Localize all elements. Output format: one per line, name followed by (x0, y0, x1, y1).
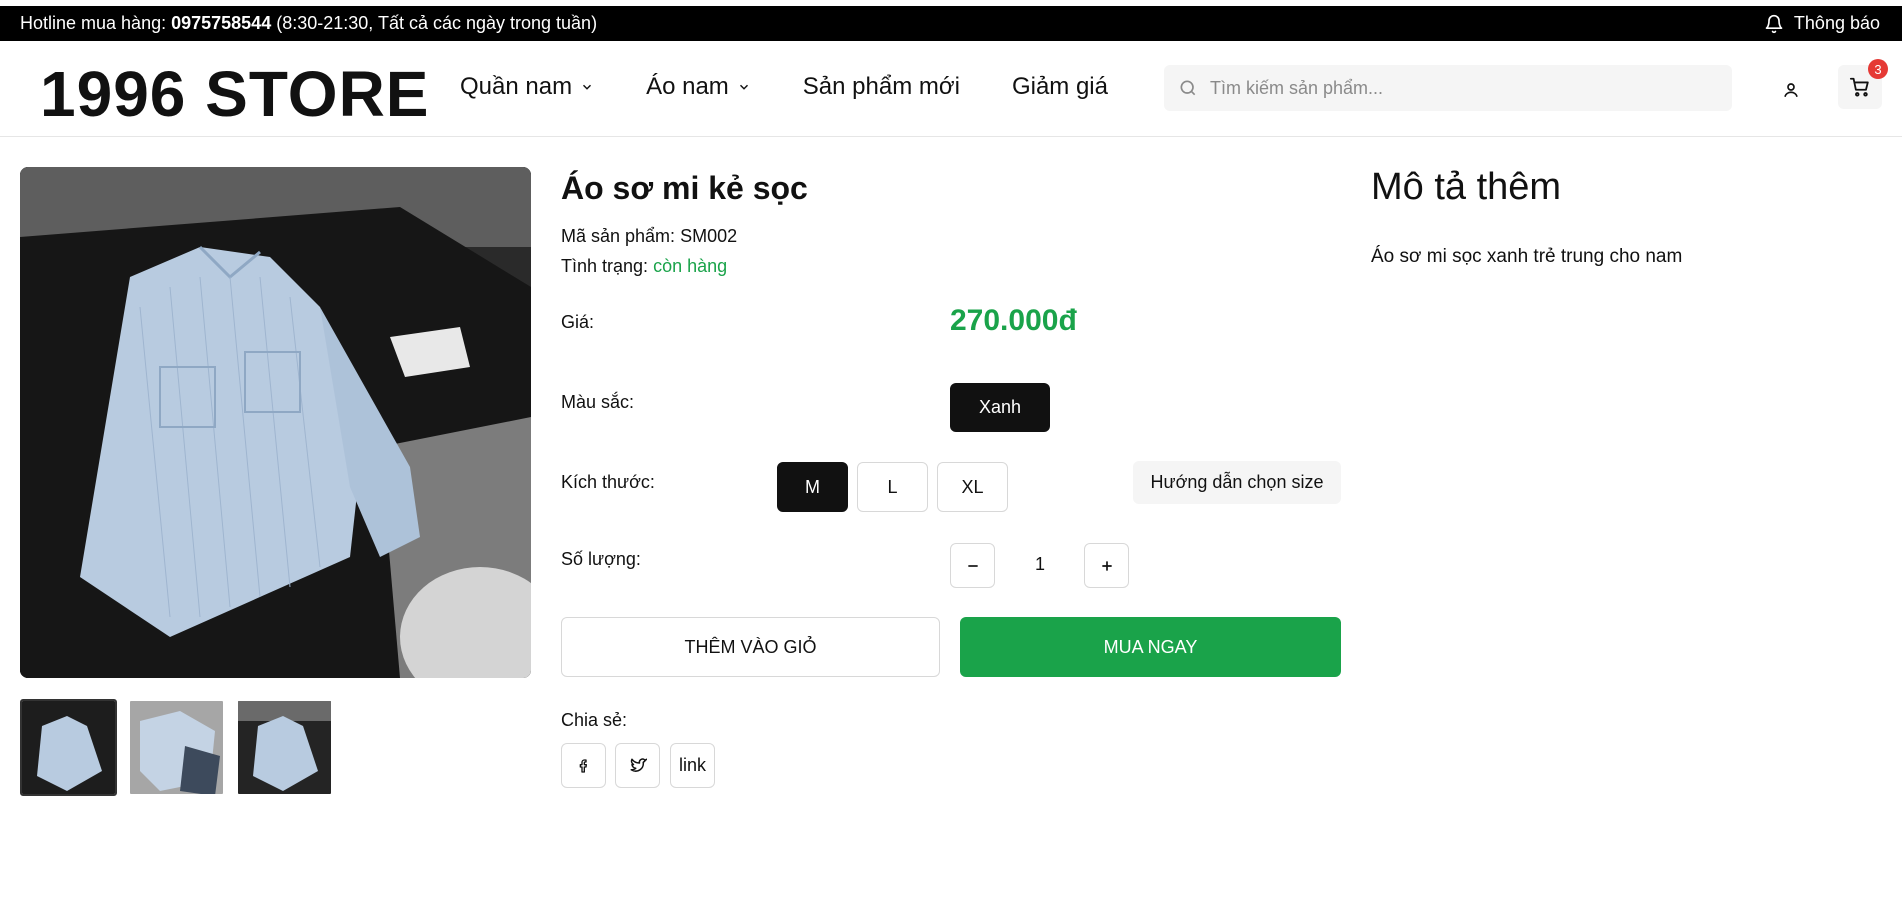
product-main-image[interactable] (20, 167, 531, 678)
size-label: Kích thước: (561, 472, 655, 492)
cart-button[interactable]: 3 (1838, 59, 1888, 109)
thumbnail-2[interactable] (128, 699, 225, 796)
notification-label: Thông báo (1793, 13, 1880, 33)
search-input[interactable] (1210, 77, 1690, 99)
status-label: Tình trạng: (561, 256, 654, 276)
plus-icon (1101, 560, 1112, 571)
site-header: 1996 STORE Quần nam Áo nam Sản phẩm mới … (0, 41, 1902, 137)
share-link-button[interactable]: link (670, 743, 715, 788)
price-label: Giá: (561, 312, 595, 332)
size-option-l[interactable]: L (857, 462, 928, 512)
main-nav: Quần nam Áo nam Sản phẩm mới Giảm giá (460, 73, 1160, 101)
bell-icon (1765, 14, 1783, 33)
nav-item-giam-gia[interactable]: Giảm giá (1012, 73, 1108, 101)
hotline-number[interactable]: 0975758544 (171, 13, 271, 33)
hotline-text: Hotline mua hàng: 0975758544 (8:30-21:30… (20, 13, 597, 34)
quantity-increase-button[interactable] (1084, 543, 1129, 588)
add-to-cart-button[interactable]: THÊM VÀO GIỎ (561, 617, 940, 677)
size-option-xl[interactable]: XL (937, 462, 1008, 512)
store-logo[interactable]: 1996 STORE (40, 57, 429, 131)
notification-link[interactable]: Thông báo (1764, 13, 1880, 34)
thumbnail-strip (20, 699, 333, 796)
sku-value: SM002 (680, 226, 738, 246)
buy-now-button[interactable]: MUA NGAY (960, 617, 1341, 677)
product-title: Áo sơ mi kẻ sọc (561, 170, 808, 206)
user-icon (1784, 83, 1798, 98)
nav-label: Sản phẩm mới (802, 73, 960, 100)
cart-icon (1849, 77, 1869, 97)
size-option-m[interactable]: M (777, 462, 848, 512)
nav-item-quan-nam[interactable]: Quần nam (460, 73, 594, 101)
sku-line: Mã sản phẩm: SM002 (561, 221, 1341, 251)
product-info: Áo sơ mi kẻ sọc Mã sản phẩm: SM002 Tình … (561, 167, 1341, 281)
share-twitter-button[interactable] (615, 743, 660, 788)
facebook-icon (579, 758, 587, 773)
top-bar: Hotline mua hàng: 0975758544 (8:30-21:30… (0, 6, 1902, 41)
nav-label: Quần nam (460, 73, 573, 100)
color-label: Màu sắc: (561, 392, 635, 412)
quantity-decrease-button[interactable] (950, 543, 995, 588)
account-button[interactable] (1776, 75, 1806, 105)
search-box (1164, 65, 1732, 111)
sku-label: Mã sản phẩm: (561, 226, 681, 246)
product-price: 270.000đ (950, 304, 1077, 337)
nav-label: Giảm giá (1011, 73, 1108, 100)
product-meta: Mã sản phẩm: SM002 Tình trạng: còn hàng (561, 221, 1341, 281)
status-line: Tình trạng: còn hàng (561, 251, 1341, 281)
size-guide-button[interactable]: Hướng dẫn chọn size (1133, 461, 1341, 504)
nav-label: Áo nam (646, 73, 729, 100)
color-option-xanh[interactable]: Xanh (950, 383, 1050, 432)
share-facebook-button[interactable] (561, 743, 606, 788)
share-label: Chia sẻ: (561, 710, 628, 730)
thumbnail-3[interactable] (236, 699, 333, 796)
nav-item-san-pham-moi[interactable]: Sản phẩm mới (803, 73, 960, 101)
quantity-value[interactable]: 1 (1030, 554, 1050, 575)
chevron-down-icon (739, 84, 748, 90)
quantity-label: Số lượng: (561, 549, 641, 569)
hotline-suffix: (8:30-21:30, Tất cả các ngày trong tuần) (271, 13, 598, 33)
minus-icon (967, 564, 978, 567)
shirt-photo (20, 167, 531, 678)
hotline-prefix: Hotline mua hàng: (20, 13, 172, 33)
stock-status: còn hàng (653, 256, 728, 276)
search-icon (1180, 80, 1196, 96)
chevron-down-icon (583, 84, 592, 90)
thumbnail-1[interactable] (20, 699, 117, 796)
nav-item-ao-nam[interactable]: Áo nam (646, 73, 751, 101)
twitter-icon (630, 757, 647, 772)
description-text: Áo sơ mi sọc xanh trẻ trung cho nam (1371, 246, 1683, 267)
cart-count-badge: 3 (1868, 59, 1888, 79)
description-title: Mô tả thêm (1371, 166, 1562, 208)
